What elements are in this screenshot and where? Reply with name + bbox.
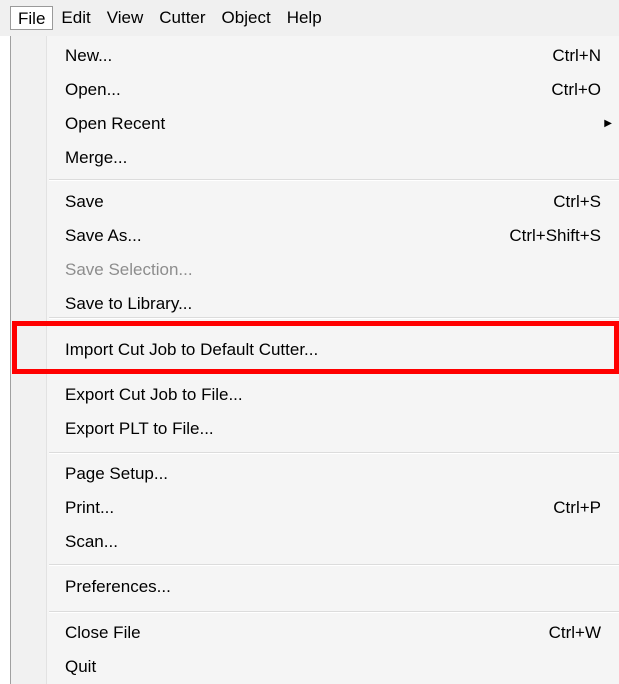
menu-file[interactable]: File bbox=[10, 6, 54, 30]
menu-item-label: Print... bbox=[65, 498, 115, 517]
menu-group-close: Close File Ctrl+W Quit bbox=[11, 616, 619, 684]
menu-separator bbox=[49, 179, 619, 181]
menu-item-label: Scan... bbox=[65, 532, 118, 551]
menu-item-label: Page Setup... bbox=[65, 464, 169, 483]
menu-item-close-file[interactable]: Close File Ctrl+W bbox=[11, 616, 619, 650]
menu-group-export: Export Cut Job to File... Export PLT to … bbox=[11, 378, 619, 446]
menu-bar: File Edit View Cutter Object Help bbox=[0, 0, 619, 36]
menu-item-label: Save to Library... bbox=[65, 294, 193, 313]
submenu-arrow-icon: ▶ bbox=[604, 118, 612, 129]
menu-item-save-to-library[interactable]: Save to Library... bbox=[11, 287, 619, 321]
menu-item-merge[interactable]: Merge... bbox=[11, 141, 619, 175]
menu-item-label: Open Recent bbox=[65, 114, 166, 133]
menu-separator bbox=[49, 564, 619, 566]
menu-item-shortcut: Ctrl+Shift+S bbox=[509, 226, 601, 245]
menu-group-file-ops: New... Ctrl+N Open... Ctrl+O Open Recent… bbox=[11, 39, 619, 175]
menu-item-label: Save As... bbox=[65, 226, 142, 245]
app-window: File Edit View Cutter Object Help New...… bbox=[0, 0, 619, 684]
menu-item-export-plt[interactable]: Export PLT to File... bbox=[11, 412, 619, 446]
menu-item-label: Close File bbox=[65, 623, 141, 642]
menu-separator bbox=[49, 317, 619, 319]
menu-item-shortcut: Ctrl+P bbox=[553, 498, 601, 517]
menu-item-label: New... bbox=[65, 46, 113, 65]
menu-item-open-recent[interactable]: Open Recent ▶ bbox=[11, 107, 619, 141]
menu-item-scan[interactable]: Scan... bbox=[11, 525, 619, 559]
menu-item-label: Export Cut Job to File... bbox=[65, 385, 243, 404]
menu-group-print: Page Setup... Print... Ctrl+P Scan... bbox=[11, 457, 619, 559]
menu-item-shortcut: Ctrl+S bbox=[553, 192, 601, 211]
menu-edit[interactable]: Edit bbox=[53, 6, 98, 30]
menu-item-import-cut-job[interactable]: Import Cut Job to Default Cutter... bbox=[11, 333, 619, 367]
menu-item-label: Quit bbox=[65, 657, 97, 676]
menu-item-save-selection: Save Selection... bbox=[11, 253, 619, 287]
menu-item-save[interactable]: Save Ctrl+S bbox=[11, 185, 619, 219]
menu-item-label: Save bbox=[65, 192, 104, 211]
menu-item-quit[interactable]: Quit bbox=[11, 650, 619, 684]
menu-item-shortcut: Ctrl+W bbox=[548, 623, 601, 642]
menu-view[interactable]: View bbox=[99, 6, 152, 30]
menu-group-import: Import Cut Job to Default Cutter... bbox=[11, 333, 619, 367]
menu-item-shortcut: Ctrl+O bbox=[551, 80, 601, 99]
menu-item-page-setup[interactable]: Page Setup... bbox=[11, 457, 619, 491]
menu-item-label: Import Cut Job to Default Cutter... bbox=[65, 340, 319, 359]
menu-item-label: Merge... bbox=[65, 148, 128, 167]
menu-item-preferences[interactable]: Preferences... bbox=[11, 570, 619, 604]
menu-help[interactable]: Help bbox=[279, 6, 330, 30]
menu-group-preferences: Preferences... bbox=[11, 570, 619, 604]
menu-separator bbox=[49, 611, 619, 613]
menu-item-shortcut: Ctrl+N bbox=[552, 46, 601, 65]
menu-object[interactable]: Object bbox=[214, 6, 279, 30]
menu-cutter[interactable]: Cutter bbox=[151, 6, 213, 30]
menu-item-label: Save Selection... bbox=[65, 260, 193, 279]
menu-separator bbox=[49, 452, 619, 454]
menu-item-open[interactable]: Open... Ctrl+O bbox=[11, 73, 619, 107]
menu-item-label: Open... bbox=[65, 80, 121, 99]
menu-item-save-as[interactable]: Save As... Ctrl+Shift+S bbox=[11, 219, 619, 253]
menu-item-label: Preferences... bbox=[65, 577, 171, 596]
menu-item-new[interactable]: New... Ctrl+N bbox=[11, 39, 619, 73]
menu-item-label: Export PLT to File... bbox=[65, 419, 214, 438]
menu-item-export-cut-job[interactable]: Export Cut Job to File... bbox=[11, 378, 619, 412]
menu-group-save: Save Ctrl+S Save As... Ctrl+Shift+S Save… bbox=[11, 185, 619, 321]
menu-item-print[interactable]: Print... Ctrl+P bbox=[11, 491, 619, 525]
file-menu-dropdown: New... Ctrl+N Open... Ctrl+O Open Recent… bbox=[10, 36, 619, 684]
